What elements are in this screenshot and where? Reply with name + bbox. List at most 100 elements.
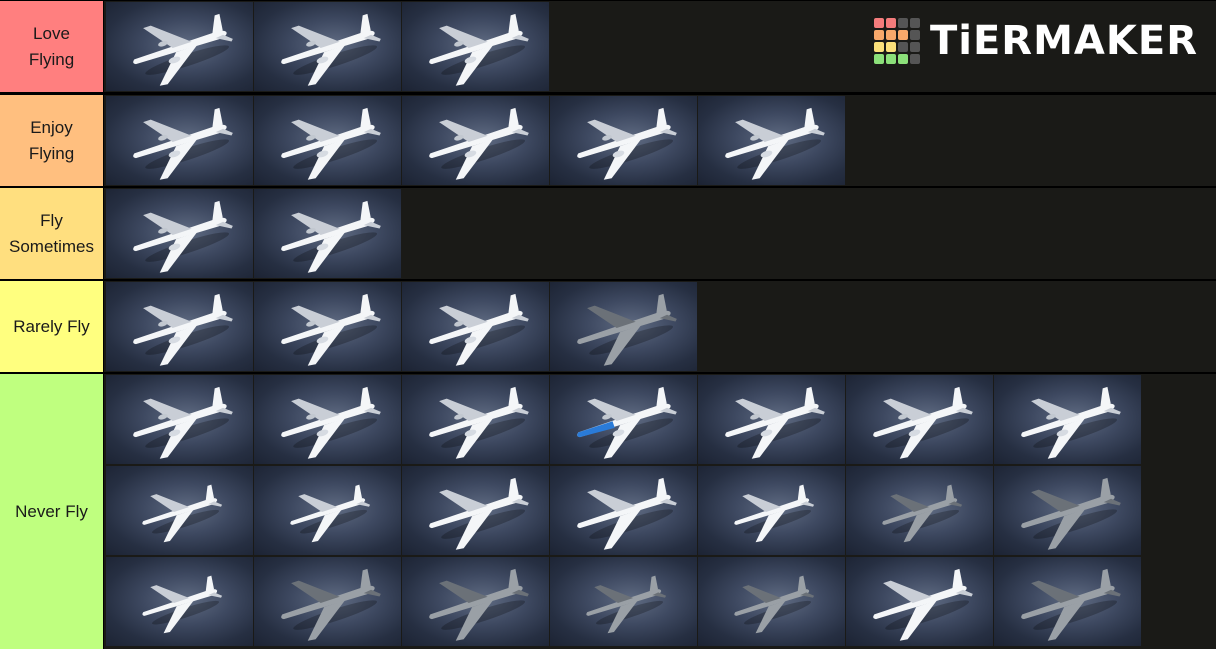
light-single-icon bbox=[734, 484, 815, 543]
tier-item-turboprop-twin[interactable] bbox=[846, 557, 993, 646]
tier-item-business-jet[interactable] bbox=[402, 466, 549, 555]
turboprop-twin-icon bbox=[873, 568, 973, 641]
air-force-one-icon bbox=[577, 386, 677, 459]
airliner-icon bbox=[429, 13, 529, 86]
logo-grid-icon bbox=[873, 18, 920, 64]
tier-label[interactable]: Love Flying bbox=[0, 1, 104, 92]
jumbo-jet-icon bbox=[725, 107, 825, 180]
tier-item-stealth-fighter[interactable] bbox=[550, 282, 697, 371]
tier-row-enjoy-flying: Enjoy Flying bbox=[0, 95, 1216, 186]
biplane-icon bbox=[882, 484, 963, 543]
logo-grid-square bbox=[873, 42, 884, 52]
tier-item-airliner[interactable] bbox=[254, 96, 401, 185]
airliner-icon bbox=[577, 107, 677, 180]
airliner-icon bbox=[429, 293, 529, 366]
tier-item-turboprop-t-tail[interactable] bbox=[106, 282, 253, 371]
tier-row-rarely-fly: Rarely Fly bbox=[0, 281, 1216, 372]
tier-item-shuttle-carrier[interactable] bbox=[106, 375, 253, 464]
tier-item-airliner[interactable] bbox=[254, 2, 401, 91]
tier-item-business-jet[interactable] bbox=[550, 466, 697, 555]
tier-items bbox=[106, 374, 1216, 649]
tier-item-airliner[interactable] bbox=[106, 2, 253, 91]
shuttle-carrier-icon bbox=[133, 386, 233, 459]
logo-grid-square bbox=[897, 18, 908, 28]
business-jet-icon bbox=[577, 477, 677, 550]
business-jet-icon bbox=[429, 477, 529, 550]
logo-grid-square bbox=[909, 42, 920, 52]
stealth-fighter-icon bbox=[577, 293, 677, 366]
tier-item-widebody[interactable] bbox=[846, 375, 993, 464]
logo-text: TiERMAKER bbox=[929, 18, 1198, 64]
tier-items bbox=[106, 281, 1216, 372]
tier-item-military-transport[interactable] bbox=[994, 375, 1141, 464]
tier-row-never-fly: Never Fly bbox=[0, 374, 1216, 649]
tier-list: Love Flying Enjoy Flying Fly Sometimes R… bbox=[0, 0, 1216, 649]
tier-item-fighter-jet[interactable] bbox=[402, 557, 549, 646]
tier-item-attack-jet[interactable] bbox=[994, 557, 1141, 646]
tier-item-air-force-one[interactable] bbox=[550, 375, 697, 464]
tier-item-jumbo-jet[interactable] bbox=[698, 375, 845, 464]
logo-grid-square bbox=[897, 54, 908, 64]
airliner-icon bbox=[281, 13, 381, 86]
airliner-icon bbox=[281, 107, 381, 180]
regional-jet-icon bbox=[133, 200, 233, 273]
tiermaker-logo: TiERMAKER bbox=[873, 18, 1198, 64]
logo-grid-square bbox=[909, 30, 920, 40]
tier-label[interactable]: Fly Sometimes bbox=[0, 188, 104, 279]
tier-items bbox=[106, 188, 1216, 279]
widebody-icon bbox=[281, 386, 381, 459]
tier-item-widebody-trijet[interactable] bbox=[402, 96, 549, 185]
tier-item-widebody[interactable] bbox=[402, 375, 549, 464]
tier-item-jumbo-jet[interactable] bbox=[698, 96, 845, 185]
tier-item-fighter-jet[interactable] bbox=[254, 557, 401, 646]
tier-item-turboprop-single[interactable] bbox=[106, 557, 253, 646]
tier-item-biplane[interactable] bbox=[846, 466, 993, 555]
tier-item-widebody[interactable] bbox=[254, 282, 401, 371]
tier-item-airliner[interactable] bbox=[106, 96, 253, 185]
airliner-icon bbox=[133, 107, 233, 180]
tier-label[interactable]: Never Fly bbox=[0, 374, 104, 649]
tier-item-airliner[interactable] bbox=[402, 2, 549, 91]
tier-item-widebody[interactable] bbox=[254, 375, 401, 464]
fighter-jet-icon bbox=[429, 568, 529, 641]
widebody-trijet-icon bbox=[429, 107, 529, 180]
logo-grid-square bbox=[873, 30, 884, 40]
military-transport-icon bbox=[1021, 386, 1121, 459]
tier-items bbox=[106, 95, 1216, 186]
turboprop-t-tail-icon bbox=[133, 293, 233, 366]
light-single-icon bbox=[290, 484, 371, 543]
widebody-icon bbox=[281, 293, 381, 366]
tier-label[interactable]: Rarely Fly bbox=[0, 281, 104, 372]
tier-row-fly-sometimes: Fly Sometimes bbox=[0, 188, 1216, 279]
tier-item-fighter-jet[interactable] bbox=[994, 466, 1141, 555]
widebody-icon bbox=[873, 386, 973, 459]
logo-grid-square bbox=[873, 18, 884, 28]
tier-item-light-single[interactable] bbox=[106, 466, 253, 555]
warbird-icon bbox=[586, 575, 667, 634]
widebody-icon bbox=[429, 386, 529, 459]
logo-grid-square bbox=[873, 54, 884, 64]
tier-item-regional-jet[interactable] bbox=[106, 189, 253, 278]
airliner-icon bbox=[133, 13, 233, 86]
twin-boom-warbird-icon bbox=[734, 575, 815, 634]
tier-item-t-tail-jet[interactable] bbox=[254, 189, 401, 278]
tier-item-warbird[interactable] bbox=[550, 557, 697, 646]
logo-grid-square bbox=[885, 54, 896, 64]
tier-item-light-single[interactable] bbox=[698, 466, 845, 555]
logo-grid-square bbox=[909, 18, 920, 28]
logo-grid-square bbox=[897, 30, 908, 40]
tier-item-airliner[interactable] bbox=[550, 96, 697, 185]
light-single-icon bbox=[142, 484, 223, 543]
tier-item-twin-boom-warbird[interactable] bbox=[698, 557, 845, 646]
jumbo-jet-icon bbox=[725, 386, 825, 459]
turboprop-single-icon bbox=[142, 575, 223, 634]
tier-item-light-single[interactable] bbox=[254, 466, 401, 555]
logo-grid-square bbox=[897, 42, 908, 52]
logo-grid-square bbox=[909, 54, 920, 64]
logo-grid-square bbox=[885, 18, 896, 28]
fighter-jet-icon bbox=[1021, 477, 1121, 550]
tier-label[interactable]: Enjoy Flying bbox=[0, 95, 104, 186]
tier-item-airliner[interactable] bbox=[402, 282, 549, 371]
logo-grid-square bbox=[885, 30, 896, 40]
t-tail-jet-icon bbox=[281, 200, 381, 273]
